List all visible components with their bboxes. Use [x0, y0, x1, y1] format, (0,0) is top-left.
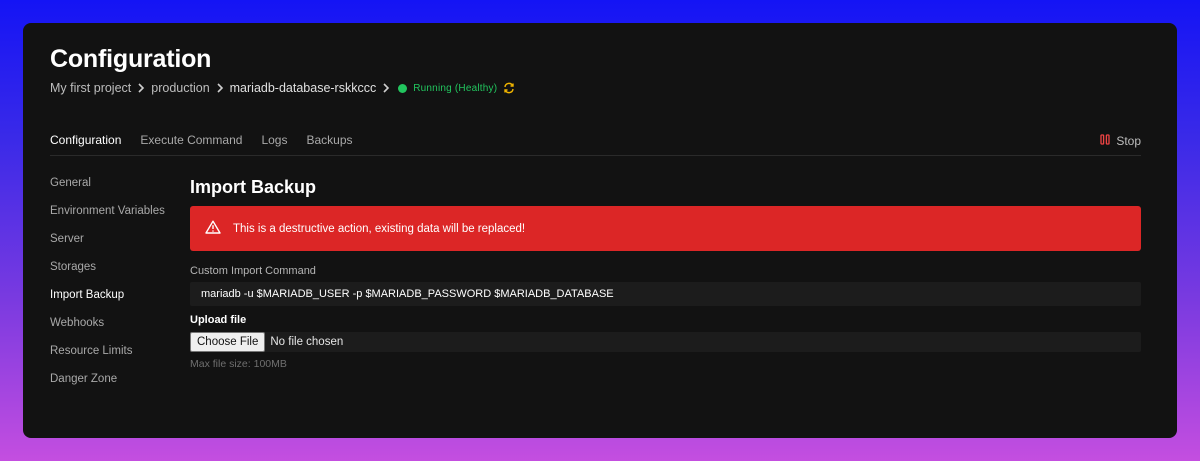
choose-file-button[interactable]: Choose File	[190, 332, 266, 352]
chevron-right-icon	[137, 83, 145, 93]
breadcrumb-environment[interactable]: production	[151, 81, 209, 95]
sidebar-item-import-backup[interactable]: Import Backup	[50, 289, 165, 317]
sidebar-item-webhooks[interactable]: Webhooks	[50, 317, 165, 345]
alert-text: This is a destructive action, existing d…	[233, 222, 526, 235]
breadcrumb-project[interactable]: My first project	[50, 81, 131, 95]
status-badge: Running (Healthy)	[413, 82, 498, 94]
tab-bar: Configuration Execute Command Logs Backu…	[50, 134, 1141, 156]
pause-icon	[1100, 134, 1110, 148]
sidebar-item-resource-limits[interactable]: Resource Limits	[50, 345, 165, 373]
stop-label: Stop	[1116, 134, 1141, 148]
chevron-right-icon	[382, 83, 390, 93]
restart-icon[interactable]	[503, 82, 515, 94]
stop-button[interactable]: Stop	[1100, 134, 1141, 148]
file-upload-field: Choose File No file chosen	[190, 332, 1141, 352]
warning-icon	[205, 220, 221, 237]
custom-import-command-input[interactable]	[190, 282, 1141, 306]
main-content: Import Backup This is a destructive acti…	[190, 177, 1141, 370]
page-title: Configuration	[50, 45, 212, 73]
tab-logs[interactable]: Logs	[261, 134, 287, 155]
command-label: Custom Import Command	[190, 265, 316, 277]
sidebar: General Environment Variables Server Sto…	[50, 177, 165, 401]
sidebar-item-environment-variables[interactable]: Environment Variables	[50, 205, 165, 233]
breadcrumb: My first project production mariadb-data…	[50, 80, 515, 96]
file-status: No file chosen	[270, 336, 344, 348]
sidebar-item-storages[interactable]: Storages	[50, 261, 165, 289]
chevron-right-icon	[216, 83, 224, 93]
app-window: Configuration My first project productio…	[23, 23, 1177, 438]
destructive-alert: This is a destructive action, existing d…	[190, 206, 1141, 251]
tab-configuration[interactable]: Configuration	[50, 134, 121, 155]
tab-execute-command[interactable]: Execute Command	[140, 134, 242, 155]
max-file-size-hint: Max file size: 100MB	[190, 358, 287, 370]
status-dot	[398, 83, 408, 93]
section-title: Import Backup	[190, 177, 317, 197]
sidebar-item-danger-zone[interactable]: Danger Zone	[50, 373, 165, 401]
tab-backups[interactable]: Backups	[306, 134, 352, 155]
sidebar-item-server[interactable]: Server	[50, 233, 165, 261]
sidebar-item-general[interactable]: General	[50, 177, 165, 205]
breadcrumb-resource[interactable]: mariadb-database-rskkccc	[230, 81, 377, 95]
upload-label: Upload file	[190, 314, 247, 326]
